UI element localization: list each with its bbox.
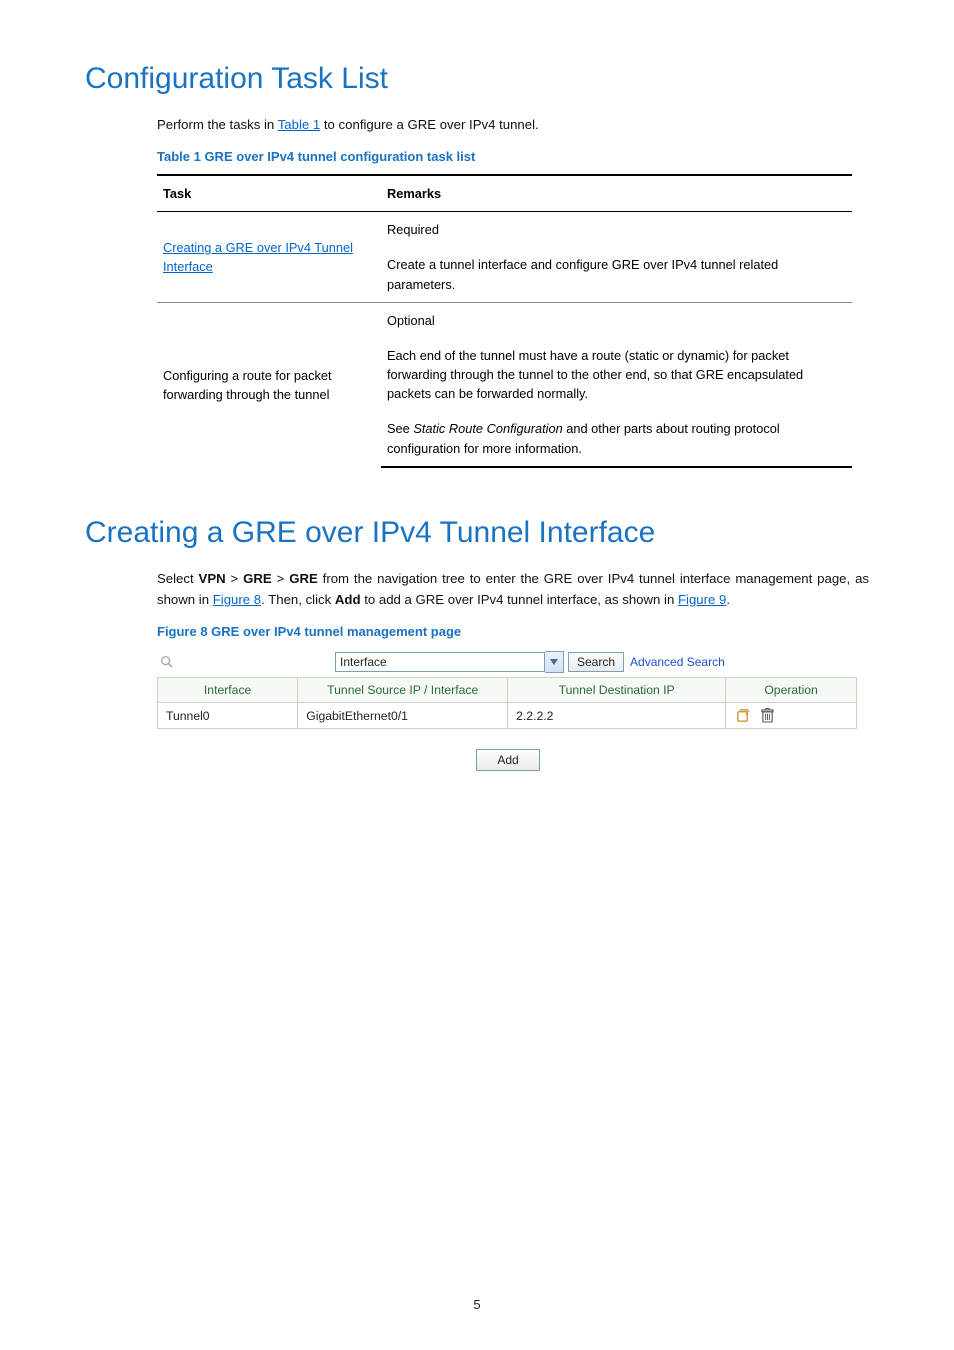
- section2-paragraph: Select VPN > GRE > GRE from the navigati…: [85, 568, 869, 610]
- text: to add a GRE over IPv4 tunnel interface,…: [361, 592, 678, 607]
- col-header-task: Task: [157, 175, 381, 212]
- add-button[interactable]: Add: [476, 749, 540, 771]
- cell-interface: Tunnel0: [158, 703, 298, 729]
- page-number: 5: [0, 1297, 954, 1312]
- text-italic: Static Route Configuration: [413, 421, 562, 436]
- remarks-cell: Create a tunnel interface and configure …: [381, 247, 852, 302]
- task-cell-2: Configuring a route for packet forwardin…: [157, 302, 381, 467]
- chevron-down-icon[interactable]: [545, 651, 564, 673]
- remarks-cell: See Static Route Configuration and other…: [381, 411, 852, 466]
- edit-icon[interactable]: [736, 708, 751, 723]
- text: . Then, click: [261, 592, 335, 607]
- remarks-cell: Required: [381, 212, 852, 248]
- search-field-select[interactable]: [335, 652, 545, 672]
- breadcrumb: GRE: [243, 571, 272, 586]
- cell-source: GigabitEthernet0/1: [298, 703, 508, 729]
- breadcrumb: VPN: [199, 571, 226, 586]
- table-1: Task Remarks Creating a GRE over IPv4 Tu…: [157, 174, 852, 468]
- col-header-operation: Operation: [726, 678, 857, 703]
- col-header-remarks: Remarks: [381, 175, 852, 212]
- text: to configure a GRE over IPv4 tunnel.: [320, 117, 538, 132]
- link-table-1[interactable]: Table 1: [278, 117, 321, 132]
- search-icon: [157, 652, 177, 672]
- col-header-source[interactable]: Tunnel Source IP / Interface: [298, 678, 508, 703]
- text: >: [272, 571, 289, 586]
- table-1-caption: Table 1 GRE over IPv4 tunnel configurati…: [157, 149, 869, 164]
- link-figure-8[interactable]: Figure 8: [213, 592, 261, 607]
- breadcrumb: GRE: [289, 571, 318, 586]
- link-figure-9[interactable]: Figure 9: [678, 592, 726, 607]
- remarks-cell: Each end of the tunnel must have a route…: [381, 338, 852, 412]
- tunnel-table: Interface Tunnel Source IP / Interface T…: [157, 677, 857, 729]
- table-row: Tunnel0 GigabitEthernet0/1 2.2.2.2: [158, 703, 857, 729]
- trash-icon[interactable]: [761, 708, 774, 723]
- heading-config-task-list: Configuration Task List: [85, 62, 869, 96]
- advanced-search-link[interactable]: Advanced Search: [630, 655, 725, 669]
- heading-create-gre-tunnel: Creating a GRE over IPv4 Tunnel Interfac…: [85, 516, 869, 550]
- remarks-cell: Optional: [381, 302, 852, 338]
- link-create-gre-tunnel[interactable]: Creating a GRE over IPv4 Tunnel Interfac…: [163, 240, 353, 274]
- intro-paragraph-1: Perform the tasks in Table 1 to configur…: [85, 114, 869, 135]
- text: >: [226, 571, 243, 586]
- figure-8-caption: Figure 8 GRE over IPv4 tunnel management…: [157, 624, 869, 639]
- cell-destination: 2.2.2.2: [508, 703, 726, 729]
- text: See: [387, 421, 413, 436]
- text: Select: [157, 571, 199, 586]
- text: .: [726, 592, 730, 607]
- figure-8-ui: Search Advanced Search Interface Tunnel …: [157, 649, 859, 771]
- col-header-interface[interactable]: Interface: [158, 678, 298, 703]
- text: Perform the tasks in: [157, 117, 278, 132]
- col-header-destination[interactable]: Tunnel Destination IP: [508, 678, 726, 703]
- search-button[interactable]: Search: [568, 652, 624, 672]
- text-bold-add: Add: [335, 592, 361, 607]
- task-cell-1: Creating a GRE over IPv4 Tunnel Interfac…: [157, 212, 381, 303]
